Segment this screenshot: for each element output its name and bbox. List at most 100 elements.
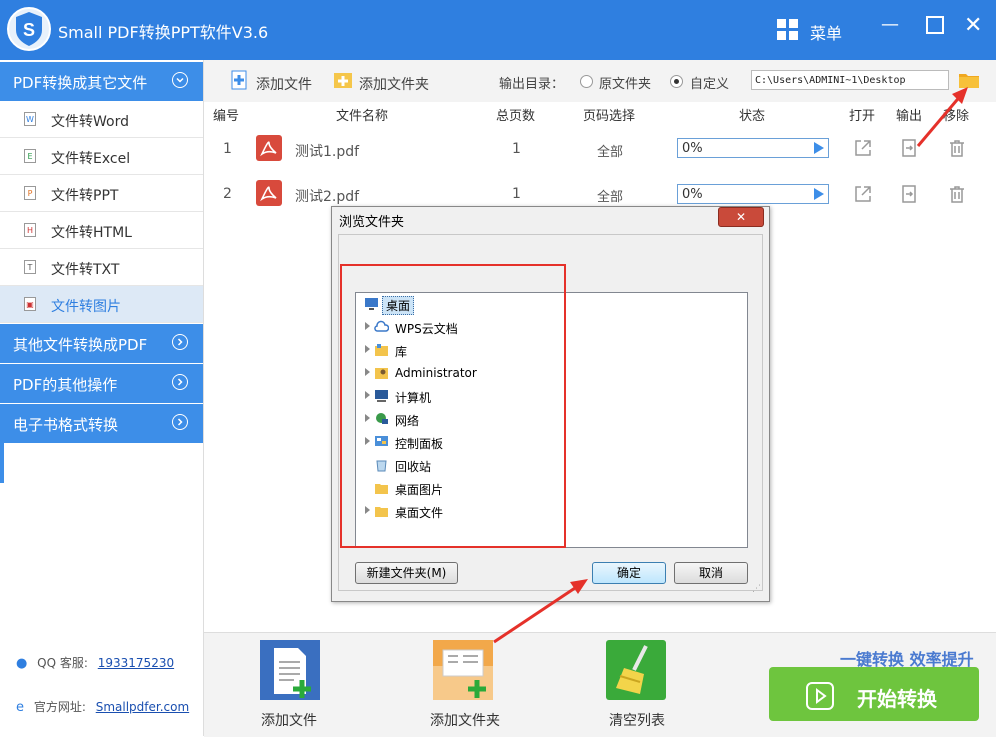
- sidebar-item-ppt[interactable]: P 文件转PPT: [0, 175, 203, 212]
- page-range[interactable]: 全部: [597, 186, 623, 205]
- open-external-icon[interactable]: [853, 184, 873, 204]
- sidebar-category-pdf-to-other[interactable]: PDF转换成其它文件: [0, 62, 203, 101]
- qq-label: QQ 客服:: [37, 656, 88, 670]
- page-count: 1: [512, 186, 521, 202]
- resize-grip-icon[interactable]: ⋰: [752, 584, 761, 594]
- txt-file-icon: T: [24, 260, 36, 274]
- sidebar-item-word[interactable]: W 文件转Word: [0, 101, 203, 138]
- add-folder-large-icon[interactable]: [433, 640, 493, 700]
- progress-bar: 0%: [677, 138, 829, 158]
- progress-percent: 0%: [682, 187, 703, 202]
- html-file-icon: H: [24, 223, 36, 237]
- app-title: Small PDF转换PPT软件V3.6: [58, 23, 269, 42]
- progress-bar: 0%: [677, 184, 829, 204]
- website-link[interactable]: Smallpdfer.com: [96, 700, 189, 714]
- add-file-large-icon[interactable]: [260, 640, 320, 700]
- pdf-file-icon: [256, 180, 282, 206]
- web-contact: e 官方网址: Smallpdfer.com: [16, 698, 189, 715]
- play-icon: [806, 682, 834, 710]
- new-folder-button[interactable]: 新建文件夹(M): [355, 562, 458, 584]
- progress-percent: 0%: [682, 141, 703, 156]
- sidebar-category-pdf-other-ops[interactable]: PDF的其他操作: [0, 364, 203, 403]
- start-convert-label: 开始转换: [857, 687, 937, 711]
- svg-text:S: S: [23, 20, 35, 40]
- add-file-icon: [231, 70, 247, 90]
- clear-list-broom-icon[interactable]: [606, 640, 666, 700]
- word-file-icon: W: [24, 112, 36, 126]
- qq-icon: ●: [16, 656, 28, 671]
- sidebar-item-excel[interactable]: E 文件转Excel: [0, 138, 203, 175]
- bottom-add-folder-label: 添加文件夹: [430, 713, 500, 729]
- row-number: 1: [223, 141, 232, 157]
- col-header-output: 输出: [896, 109, 923, 124]
- category-label: PDF的其他操作: [13, 376, 118, 394]
- app-logo-icon: S: [7, 7, 51, 51]
- chevron-right-icon: [172, 414, 188, 430]
- web-label: 官方网址:: [33, 700, 86, 714]
- output-file-icon[interactable]: [899, 184, 919, 204]
- image-file-icon: ▣: [24, 297, 36, 311]
- folder-browse-icon[interactable]: [958, 71, 980, 89]
- maximize-icon[interactable]: [926, 16, 944, 34]
- sidebar-item-label: 文件转图片: [51, 299, 121, 315]
- sidebar-item-label: 文件转Word: [51, 114, 129, 130]
- open-external-icon[interactable]: [853, 138, 873, 158]
- dialog-close-icon[interactable]: ✕: [718, 207, 764, 227]
- page-range[interactable]: 全部: [597, 141, 623, 160]
- file-name: 测试1.pdf: [295, 144, 360, 160]
- col-header-no: 编号: [213, 109, 240, 124]
- chevron-down-icon: [172, 72, 188, 88]
- add-file-label: 添加文件: [256, 77, 312, 93]
- bottom-add-file-label: 添加文件: [261, 713, 317, 729]
- cancel-button[interactable]: 取消: [674, 562, 748, 584]
- chevron-right-icon: [172, 334, 188, 350]
- trash-icon[interactable]: [947, 184, 967, 204]
- sidebar-item-label: 文件转HTML: [51, 225, 132, 241]
- trash-icon[interactable]: [947, 138, 967, 158]
- add-folder-icon: [334, 73, 352, 88]
- dialog-title: 浏览文件夹: [339, 215, 405, 230]
- radio-original-label: 原文件夹: [599, 77, 652, 92]
- row-number: 2: [223, 186, 232, 202]
- minimize-icon[interactable]: —: [880, 14, 900, 38]
- play-icon[interactable]: [814, 188, 824, 200]
- col-header-remove: 移除: [943, 109, 970, 124]
- category-label: 其他文件转换成PDF: [13, 336, 148, 354]
- radio-original-folder[interactable]: [580, 75, 593, 88]
- sidebar-accent: [0, 443, 4, 483]
- sidebar-item-image[interactable]: ▣ 文件转图片: [0, 286, 203, 323]
- output-dir-label: 输出目录：: [499, 77, 565, 92]
- menu-grid-icon[interactable]: [777, 19, 798, 40]
- ie-icon: e: [16, 700, 24, 715]
- excel-file-icon: E: [24, 149, 36, 163]
- sidebar-item-txt[interactable]: T 文件转TXT: [0, 249, 203, 286]
- page-count: 1: [512, 141, 521, 157]
- play-icon[interactable]: [814, 142, 824, 154]
- menu-button[interactable]: 菜单: [810, 20, 842, 44]
- qq-contact: ● QQ 客服: 1933175230: [16, 654, 174, 671]
- category-label: 电子书格式转换: [13, 416, 119, 434]
- annotation-highlight-box: [340, 264, 566, 548]
- sidebar-item-html[interactable]: H 文件转HTML: [0, 212, 203, 249]
- sidebar-category-other-to-pdf[interactable]: 其他文件转换成PDF: [0, 324, 203, 363]
- output-file-icon[interactable]: [899, 138, 919, 158]
- pdf-file-icon: [256, 135, 282, 161]
- category-label: PDF转换成其它文件: [13, 74, 148, 92]
- col-header-name: 文件名称: [336, 109, 389, 124]
- sidebar-category-ebook[interactable]: 电子书格式转换: [0, 404, 203, 443]
- bottom-clear-label: 清空列表: [609, 713, 665, 729]
- col-header-range: 页码选择: [583, 109, 636, 124]
- qq-link[interactable]: 1933175230: [98, 656, 174, 670]
- radio-custom-folder[interactable]: [670, 75, 683, 88]
- file-name: 测试2.pdf: [295, 189, 360, 205]
- sidebar-item-label: 文件转TXT: [51, 262, 120, 278]
- radio-custom-label: 自定义: [690, 77, 730, 92]
- close-icon[interactable]: ✕: [964, 13, 982, 38]
- col-header-open: 打开: [849, 109, 876, 124]
- add-folder-label: 添加文件夹: [359, 77, 429, 93]
- col-header-status: 状态: [739, 109, 766, 124]
- ok-button[interactable]: 确定: [592, 562, 666, 584]
- output-path-field[interactable]: C:\Users\ADMINI~1\Desktop: [751, 70, 949, 90]
- sidebar-item-label: 文件转PPT: [51, 188, 119, 204]
- col-header-pages: 总页数: [496, 109, 536, 124]
